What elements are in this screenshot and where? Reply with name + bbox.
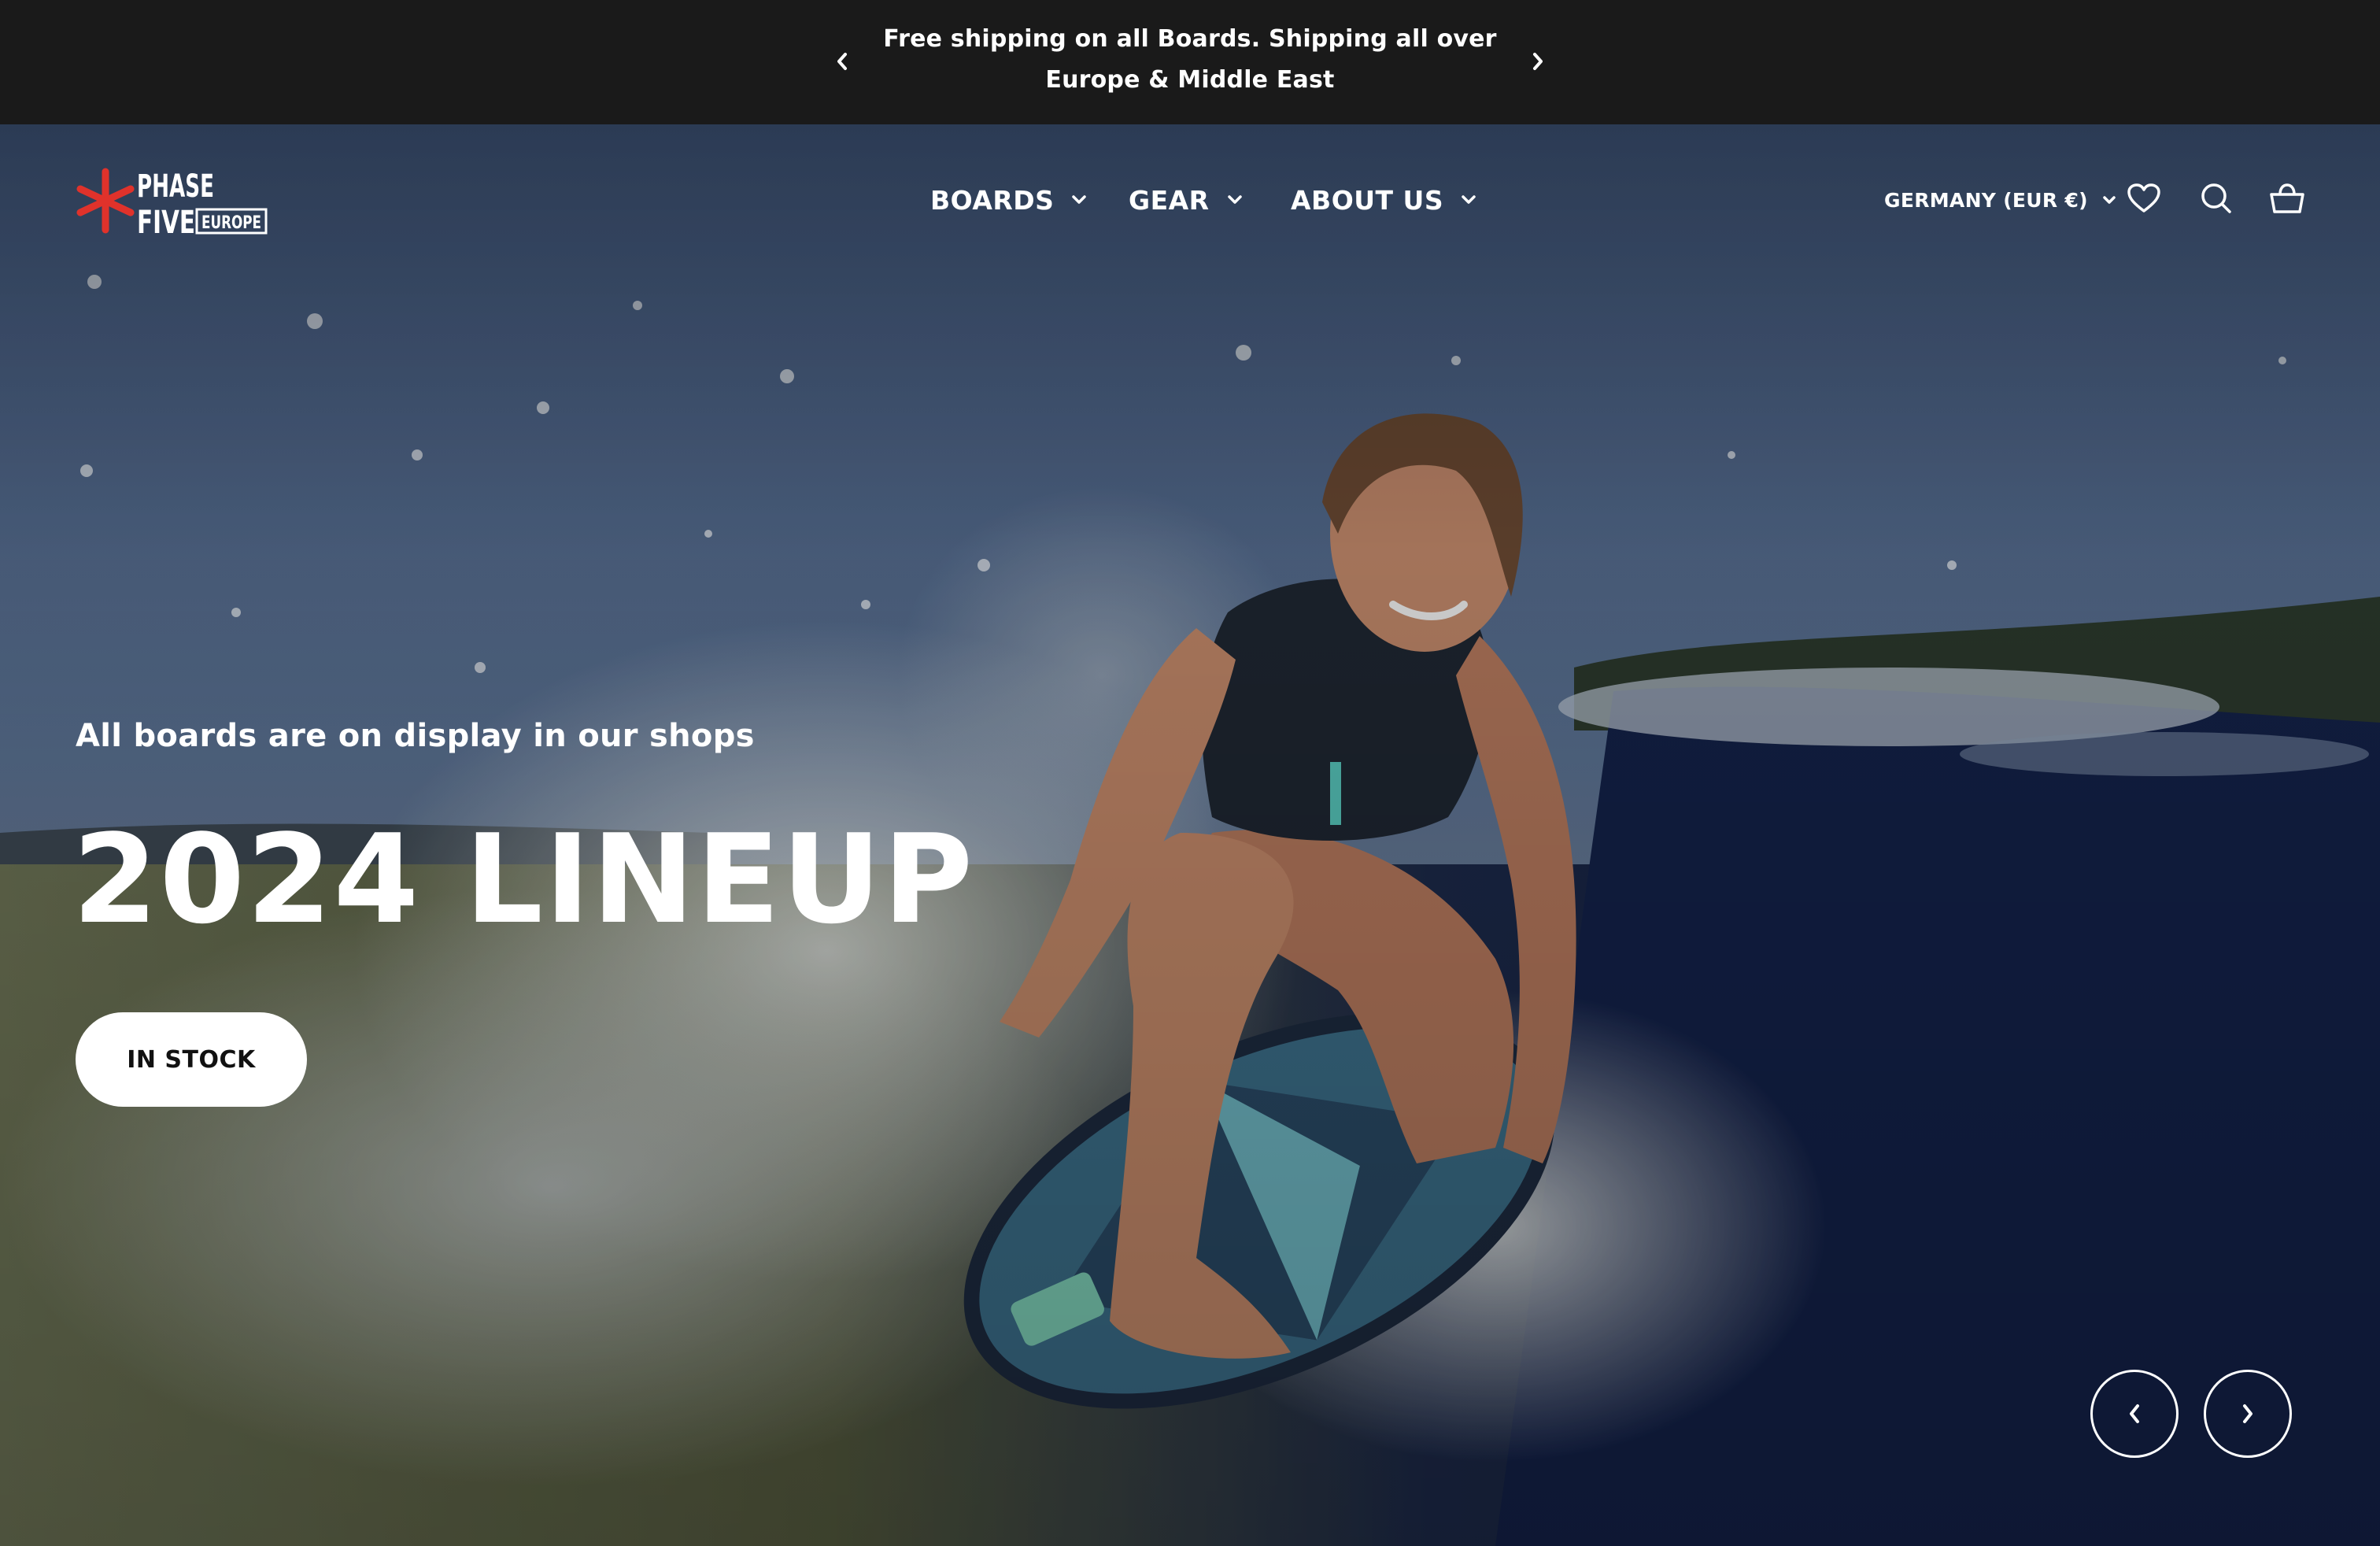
chevron-right-icon	[2243, 1404, 2252, 1423]
nav-boards[interactable]: BOARDS	[930, 179, 1087, 220]
announcement-next-button[interactable]	[1527, 44, 1549, 79]
chevron-down-icon	[1227, 194, 1243, 205]
chevron-down-icon	[2102, 195, 2116, 205]
chevron-down-icon	[1071, 194, 1087, 205]
chevron-right-icon	[1533, 53, 1543, 70]
nav-gear[interactable]: GEAR	[1129, 179, 1243, 220]
svg-text:FIVE: FIVE	[137, 205, 195, 238]
hero-title: 2024 LINEUP	[72, 808, 975, 951]
chevron-down-icon	[1461, 194, 1476, 205]
svg-text:PHASE: PHASE	[137, 168, 214, 205]
logo-link[interactable]: PHASE FIVE EUROPE	[74, 162, 271, 241]
phase-five-europe-logo: PHASE FIVE EUROPE	[76, 168, 268, 241]
chevron-left-icon	[837, 53, 847, 70]
cart-icon	[2270, 183, 2304, 213]
slideshow-next-button[interactable]	[2204, 1370, 2292, 1458]
wishlist-button[interactable]	[2125, 179, 2163, 217]
svg-text:EUROPE: EUROPE	[201, 213, 261, 233]
search-icon	[2201, 183, 2231, 213]
search-button[interactable]	[2197, 179, 2235, 217]
chevron-left-icon	[2130, 1404, 2139, 1423]
country-selector-label: GERMANY (EUR €)	[1884, 188, 2088, 212]
cart-button[interactable]	[2268, 179, 2306, 217]
announcement-prev-button[interactable]	[831, 44, 853, 79]
country-selector[interactable]: GERMANY (EUR €)	[1884, 183, 2116, 217]
announcement-text: Free shipping on all Boards. Shipping al…	[883, 25, 1497, 94]
announcement-bar: Free shipping on all Boards. Shipping al…	[0, 0, 2380, 124]
hero-subtitle: All boards are on display in our shops	[76, 718, 755, 754]
nav-about-us-label: ABOUT US	[1291, 184, 1444, 216]
nav-gear-label: GEAR	[1129, 184, 1210, 216]
in-stock-button[interactable]: IN STOCK	[76, 1012, 307, 1107]
heart-icon	[2127, 183, 2160, 213]
nav-about-us[interactable]: ABOUT US	[1291, 179, 1476, 220]
nav-boards-label: BOARDS	[930, 184, 1055, 216]
slideshow-prev-button[interactable]	[2090, 1370, 2179, 1458]
